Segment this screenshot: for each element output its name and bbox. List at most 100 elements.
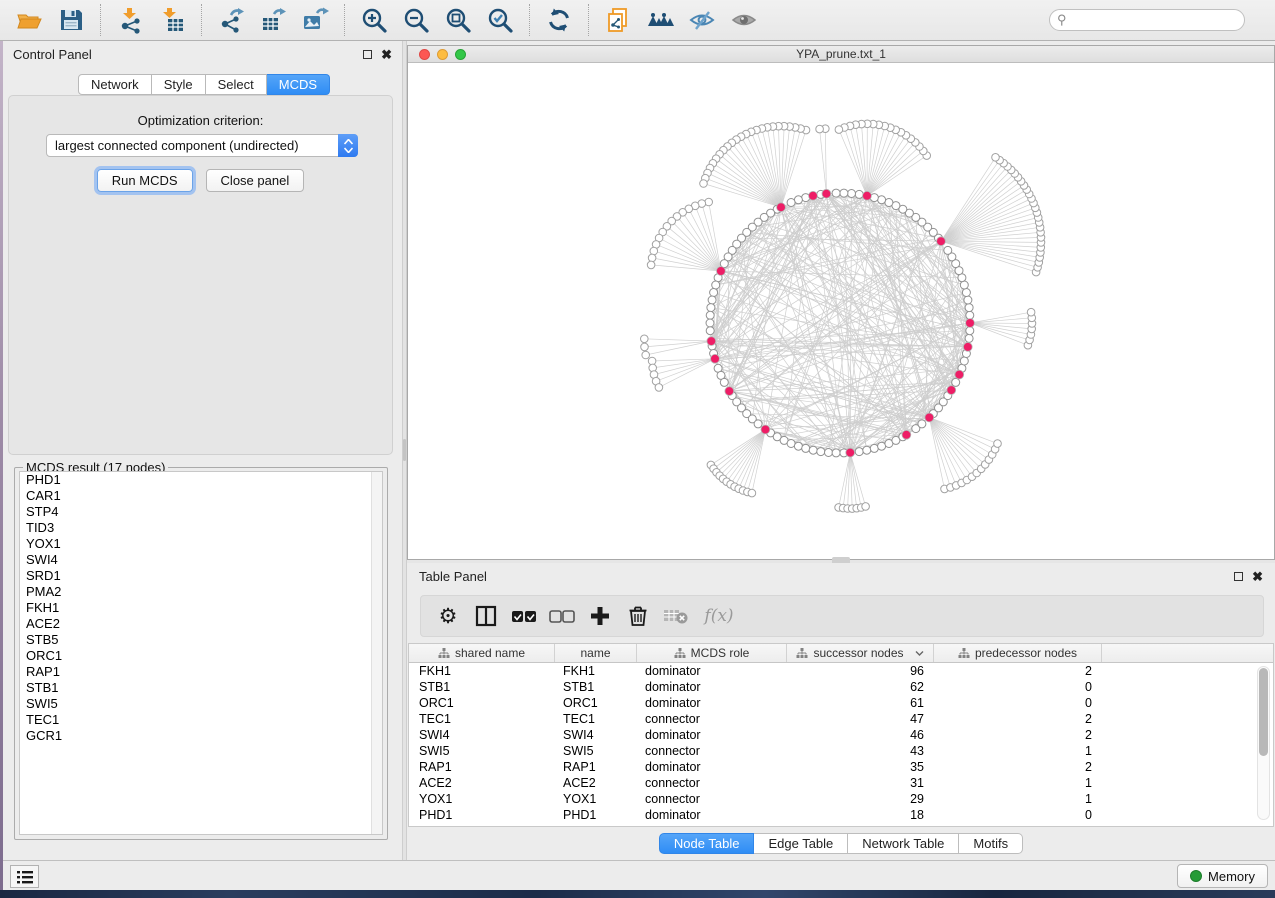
- table-cell[interactable]: dominator: [637, 759, 787, 775]
- network-hub-node[interactable]: [761, 425, 770, 434]
- table-cell[interactable]: RAP1: [409, 759, 555, 775]
- column-layout-icon[interactable]: [471, 601, 501, 631]
- import-network-icon[interactable]: [115, 5, 145, 35]
- network-node[interactable]: [648, 254, 656, 262]
- network-node[interactable]: [878, 196, 886, 204]
- table-cell[interactable]: TEC1: [555, 711, 637, 727]
- column-header-name[interactable]: name: [555, 644, 637, 662]
- network-node[interactable]: [962, 289, 970, 297]
- network-node[interactable]: [748, 489, 756, 497]
- close-panel-button[interactable]: Close panel: [206, 169, 305, 192]
- mcds-result-item[interactable]: STB1: [20, 680, 382, 696]
- network-node[interactable]: [706, 311, 714, 319]
- network-node[interactable]: [794, 442, 802, 450]
- network-hub-node[interactable]: [925, 413, 934, 422]
- network-node[interactable]: [1027, 308, 1035, 316]
- table-row[interactable]: FKH1FKH1dominator962: [409, 663, 1273, 679]
- network-node[interactable]: [650, 247, 658, 255]
- network-hub-node[interactable]: [966, 319, 975, 328]
- mcds-result-list[interactable]: PHD1CAR1STP4TID3YOX1SWI4SRD1PMA2FKH1ACE2…: [19, 471, 383, 835]
- table-cell[interactable]: 43: [787, 743, 934, 759]
- network-canvas[interactable]: [408, 63, 1274, 559]
- table-cell[interactable]: STB1: [555, 679, 637, 695]
- export-image-icon[interactable]: [300, 5, 330, 35]
- column-header-successor-nodes[interactable]: successor nodes: [787, 644, 934, 662]
- import-table-icon[interactable]: [157, 5, 187, 35]
- export-table-icon[interactable]: [258, 5, 288, 35]
- network-hub-node[interactable]: [777, 203, 786, 212]
- tab-network[interactable]: Network: [78, 74, 152, 95]
- open-file-icon[interactable]: [14, 5, 44, 35]
- float-panel-icon[interactable]: [363, 50, 372, 59]
- mcds-result-item[interactable]: SWI5: [20, 696, 382, 712]
- network-node[interactable]: [642, 351, 650, 359]
- mcds-result-item[interactable]: STB5: [20, 632, 382, 648]
- network-node[interactable]: [700, 180, 708, 188]
- table-cell[interactable]: TEC1: [409, 711, 555, 727]
- tab-style[interactable]: Style: [152, 74, 206, 95]
- table-cell[interactable]: connector: [637, 775, 787, 791]
- zoom-fit-icon[interactable]: [443, 5, 473, 35]
- network-node[interactable]: [918, 420, 926, 428]
- table-cell[interactable]: 62: [787, 679, 934, 695]
- network-node[interactable]: [944, 246, 952, 254]
- table-cell[interactable]: ACE2: [409, 775, 555, 791]
- network-node[interactable]: [641, 343, 649, 351]
- table-cell[interactable]: SWI4: [409, 727, 555, 743]
- mcds-result-item[interactable]: RAP1: [20, 664, 382, 680]
- table-cell[interactable]: 96: [787, 663, 934, 679]
- network-node[interactable]: [809, 446, 817, 454]
- network-hub-node[interactable]: [947, 386, 956, 395]
- table-cell[interactable]: 35: [787, 759, 934, 775]
- network-hub-node[interactable]: [717, 267, 726, 276]
- close-panel-icon[interactable]: ✖: [381, 50, 392, 59]
- memory-button[interactable]: Memory: [1177, 864, 1268, 888]
- tab-edge-table[interactable]: Edge Table: [754, 833, 848, 854]
- network-hub-node[interactable]: [963, 343, 972, 352]
- network-node[interactable]: [708, 296, 716, 304]
- network-node[interactable]: [855, 190, 863, 198]
- table-row[interactable]: TEC1TEC1connector472: [409, 711, 1273, 727]
- table-cell[interactable]: dominator: [637, 679, 787, 695]
- network-node[interactable]: [855, 448, 863, 456]
- first-neighbors-icon[interactable]: [645, 5, 675, 35]
- table-cell[interactable]: 1: [934, 743, 1102, 759]
- table-cell[interactable]: ORC1: [555, 695, 637, 711]
- tab-network-table[interactable]: Network Table: [848, 833, 959, 854]
- network-node[interactable]: [862, 503, 870, 511]
- network-node[interactable]: [878, 442, 886, 450]
- mcds-result-item[interactable]: STP4: [20, 504, 382, 520]
- table-cell[interactable]: STB1: [409, 679, 555, 695]
- mcds-result-item[interactable]: PMA2: [20, 584, 382, 600]
- column-header-predecessor-nodes[interactable]: predecessor nodes: [934, 644, 1102, 662]
- function-builder-icon[interactable]: f(x): [699, 601, 739, 631]
- zoom-out-icon[interactable]: [401, 5, 431, 35]
- network-node[interactable]: [992, 154, 1000, 162]
- table-cell[interactable]: 61: [787, 695, 934, 711]
- network-node[interactable]: [832, 189, 840, 197]
- column-header-shared-name[interactable]: shared name: [409, 644, 555, 662]
- zoom-selected-icon[interactable]: [485, 5, 515, 35]
- table-cell[interactable]: 1: [934, 775, 1102, 791]
- network-node[interactable]: [794, 196, 802, 204]
- table-cell[interactable]: dominator: [637, 807, 787, 823]
- copy-share-icon[interactable]: [603, 5, 633, 35]
- network-node[interactable]: [885, 199, 893, 207]
- criterion-dropdown[interactable]: largest connected component (undirected): [46, 134, 358, 157]
- network-hub-node[interactable]: [937, 237, 946, 246]
- add-column-icon[interactable]: [585, 601, 615, 631]
- task-history-button[interactable]: [10, 865, 39, 888]
- network-node[interactable]: [966, 327, 974, 335]
- network-node[interactable]: [840, 189, 848, 197]
- network-node[interactable]: [994, 440, 1002, 448]
- network-node[interactable]: [965, 334, 973, 342]
- table-cell[interactable]: 18: [787, 807, 934, 823]
- table-cell[interactable]: dominator: [637, 663, 787, 679]
- table-cell[interactable]: dominator: [637, 727, 787, 743]
- network-node[interactable]: [952, 378, 960, 386]
- table-cell[interactable]: FKH1: [409, 663, 555, 679]
- network-node[interactable]: [712, 281, 720, 289]
- table-row[interactable]: SWI4SWI4dominator462: [409, 727, 1273, 743]
- tab-node-table[interactable]: Node Table: [659, 833, 755, 854]
- table-cell[interactable]: 0: [934, 695, 1102, 711]
